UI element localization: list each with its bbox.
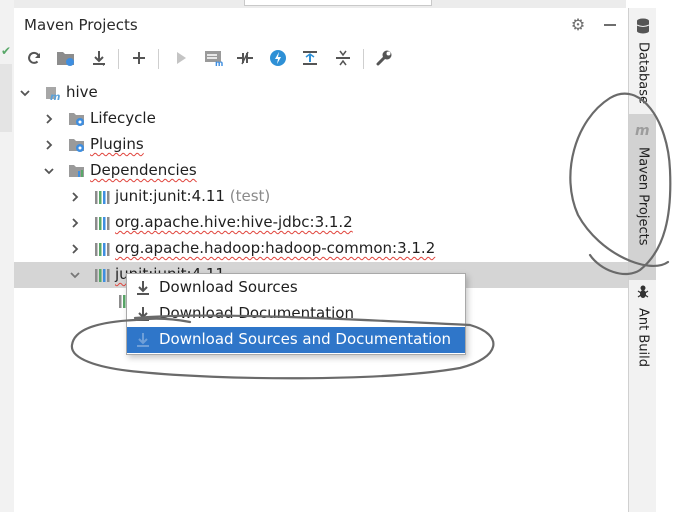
context-menu: Download Sources Download Documentation … [126, 273, 466, 355]
library-icon [94, 189, 112, 205]
top-strip [14, 0, 626, 8]
download-icon [135, 331, 151, 349]
chevron-right-icon[interactable] [68, 240, 82, 258]
maven-projects-tab-label: Maven Projects [635, 147, 651, 246]
collapse-all-icon[interactable] [332, 47, 354, 69]
folder-gear-icon [68, 137, 86, 153]
ant-build-tab-label: Ant Build [635, 308, 651, 367]
chevron-right-icon[interactable] [68, 188, 82, 206]
tool-window-strip: Database m Maven Projects Ant Build [628, 8, 657, 512]
folder-gear-icon [68, 111, 86, 127]
settings-wrench-icon[interactable] [373, 47, 395, 69]
top-field [244, 0, 432, 6]
chevron-down-icon[interactable] [68, 266, 82, 284]
dependency-name: org.apache.hive:hive-jdbc:3.1.2 [115, 213, 353, 231]
tree-node-dependencies[interactable]: Dependencies [14, 158, 628, 184]
check-icon: ✔ [1, 44, 12, 58]
maven-project-icon: m [44, 85, 62, 103]
editor-gutter: ✔ [0, 0, 15, 512]
dependency-label: junit:junit:4.11 (test) [115, 187, 270, 205]
database-icon [636, 18, 650, 38]
menu-item-download-sources-and-documentation[interactable]: Download Sources and Documentation [127, 327, 465, 353]
maven-projects-panel: Maven Projects ⚙ m m hive Lifecycle Plug… [14, 8, 628, 512]
maven-toolbar: m [14, 44, 628, 74]
run-icon[interactable] [170, 47, 192, 69]
tree-node-lifecycle[interactable]: Lifecycle [14, 106, 628, 132]
tree-node-label: Plugins [90, 135, 144, 153]
svg-text:m: m [215, 59, 223, 67]
generate-sources-icon[interactable] [55, 47, 77, 69]
gear-icon[interactable]: ⚙ [568, 14, 588, 34]
reimport-icon[interactable] [23, 47, 45, 69]
folder-library-icon [68, 163, 86, 179]
download-icon[interactable] [88, 47, 110, 69]
ant-icon [636, 284, 650, 304]
maven-projects-tab[interactable]: m Maven Projects [629, 114, 657, 280]
panel-title: Maven Projects [24, 16, 138, 34]
tree-node-label: Dependencies [90, 161, 197, 179]
tree-node-plugins[interactable]: Plugins [14, 132, 628, 158]
menu-item-download-sources[interactable]: Download Sources [127, 275, 465, 301]
dependency-name: junit:junit:4.11 [115, 187, 225, 205]
chevron-down-icon[interactable] [18, 84, 32, 102]
toggle-offline-icon[interactable] [234, 47, 256, 69]
dependency-scope: (test) [229, 187, 271, 205]
toolbar-separator [158, 49, 159, 69]
panel-header: Maven Projects ⚙ [14, 8, 628, 42]
tree-node-label: hive [66, 83, 98, 101]
svg-text:m: m [635, 123, 650, 137]
maven-icon: m [634, 122, 652, 141]
execute-goal-icon[interactable]: m [203, 47, 225, 69]
library-icon [94, 267, 112, 283]
skip-tests-icon[interactable] [267, 47, 289, 69]
ant-build-tab[interactable]: Ant Build [629, 284, 657, 367]
show-dependencies-icon[interactable] [299, 47, 321, 69]
chevron-down-icon[interactable] [42, 162, 56, 180]
dependency-row[interactable]: org.apache.hive:hive-jdbc:3.1.2 [14, 210, 628, 236]
toolbar-separator [118, 49, 119, 69]
editor-gutter-marks [0, 64, 12, 132]
database-tab[interactable]: Database [629, 18, 657, 104]
chevron-right-icon[interactable] [68, 214, 82, 232]
menu-item-label: Download Sources [159, 278, 298, 296]
toolbar-separator [363, 49, 364, 69]
database-tab-label: Database [635, 42, 651, 105]
dependency-row[interactable]: org.apache.hadoop:hadoop-common:3.1.2 [14, 236, 628, 262]
tree-node-label: Lifecycle [90, 109, 156, 127]
menu-item-label: Download Sources and Documentation [159, 330, 452, 348]
tree-node-project[interactable]: m hive [14, 80, 628, 106]
chevron-right-icon[interactable] [42, 110, 56, 128]
outer-background [656, 0, 680, 512]
minimize-icon[interactable] [600, 14, 620, 34]
svg-text:m: m [50, 92, 60, 101]
chevron-right-icon[interactable] [42, 136, 56, 154]
menu-item-download-documentation[interactable]: Download Documentation [127, 301, 465, 327]
dependency-row[interactable]: junit:junit:4.11 (test) [14, 184, 628, 210]
menu-item-label: Download Documentation [159, 304, 354, 322]
library-icon [94, 215, 112, 231]
download-icon [135, 305, 151, 323]
library-icon [94, 241, 112, 257]
download-icon [135, 279, 151, 297]
add-icon[interactable] [128, 47, 150, 69]
dependency-name: org.apache.hadoop:hadoop-common:3.1.2 [115, 239, 436, 257]
